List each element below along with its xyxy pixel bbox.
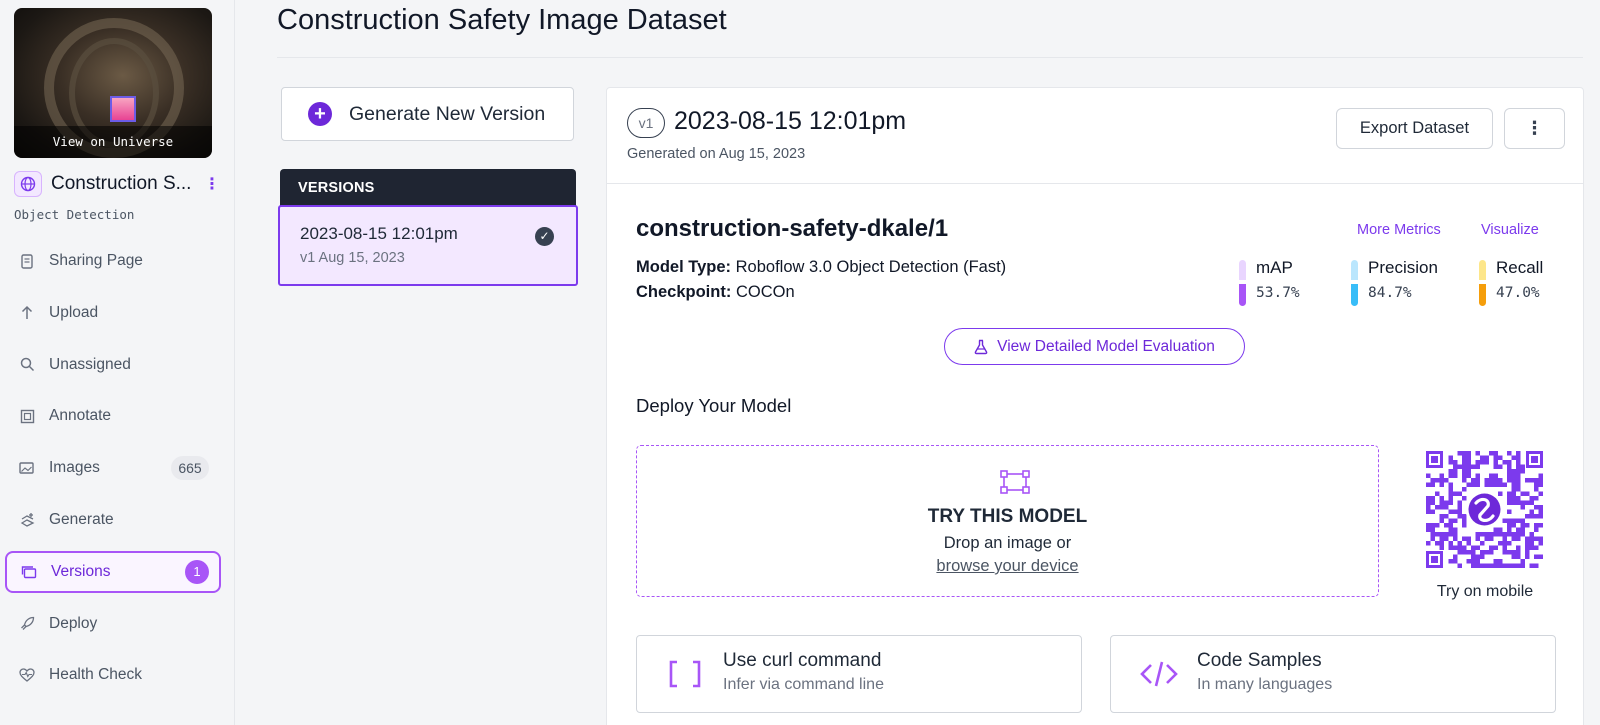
metric-map-indicator — [1239, 260, 1246, 306]
sidebar-item-versions[interactable]: Versions 1 — [5, 550, 221, 593]
arrow-up-icon — [19, 305, 35, 321]
metric-map-label: mAP — [1256, 258, 1293, 277]
model-name: construction-safety-dkale/1 — [636, 215, 949, 242]
checkpoint-label: Checkpoint: — [636, 283, 732, 301]
view-on-universe-link[interactable]: View on Universe — [14, 126, 212, 158]
view-model-evaluation-button[interactable]: View Detailed Model Evaluation — [944, 328, 1245, 365]
sidebar-item-health-check[interactable]: Health Check — [5, 654, 221, 696]
sidebar-item-label: Upload — [49, 303, 99, 321]
version-pill: v1 — [627, 108, 665, 138]
sidebar-item-label: Unassigned — [49, 355, 131, 373]
sidebar-item-images[interactable]: Images 665 — [5, 447, 221, 489]
more-metrics-link[interactable]: More Metrics — [1357, 222, 1441, 238]
metric-recall-indicator — [1479, 260, 1486, 306]
generate-new-version-button[interactable]: + Generate New Version — [281, 87, 574, 141]
sidebar: View on Universe Construction S... ⋮ Obj… — [0, 0, 235, 725]
try-model-dropzone[interactable]: TRY THIS MODEL Drop an image or browse y… — [636, 445, 1379, 597]
globe-icon — [14, 171, 42, 197]
version-detail-header: v1 2023-08-15 12:01pm Generated on Aug 1… — [607, 88, 1583, 184]
sidebar-item-sharing-page[interactable]: Sharing Page — [5, 240, 221, 282]
sidebar-item-label: Versions — [51, 562, 111, 580]
version-item-subtitle: v1 Aug 15, 2023 — [300, 250, 405, 266]
rocket-icon — [19, 616, 35, 632]
sidebar-item-label: Images — [49, 459, 100, 477]
project-menu-icon[interactable]: ⋮ — [204, 174, 220, 194]
images-icon — [19, 460, 35, 476]
sidebar-item-label: Health Check — [49, 666, 143, 684]
model-type-line: Model Type: Roboflow 3.0 Object Detectio… — [636, 258, 1006, 277]
metric-recall-value: 47.0% — [1496, 285, 1540, 301]
code-samples-card[interactable]: Code Samples In many languages — [1110, 635, 1556, 713]
search-icon — [19, 357, 35, 373]
page-title: Construction Safety Image Dataset — [277, 4, 727, 36]
model-type-value: Roboflow 3.0 Object Detection (Fast) — [735, 258, 1007, 276]
project-name[interactable]: Construction S... — [51, 173, 191, 195]
more-options-button[interactable]: ⋮ — [1504, 108, 1565, 149]
export-dataset-button[interactable]: Export Dataset — [1336, 108, 1493, 149]
version-generated-date: Generated on Aug 15, 2023 — [627, 146, 806, 162]
try-on-mobile-label: Try on mobile — [1436, 583, 1534, 600]
metric-recall-label: Recall — [1496, 258, 1544, 277]
versions-list-header: VERSIONS — [280, 169, 576, 207]
plus-circle-icon: + — [308, 102, 332, 126]
brackets-icon — [665, 656, 705, 692]
sidebar-item-label: Sharing Page — [49, 252, 143, 269]
sidebar-item-deploy[interactable]: Deploy — [5, 603, 221, 645]
metric-precision-indicator — [1351, 260, 1358, 306]
curl-command-title: Use curl command — [723, 650, 882, 671]
try-model-title: TRY THIS MODEL — [927, 506, 1088, 527]
try-model-instructions: Drop an image or — [943, 534, 1072, 552]
curl-command-subtitle: Infer via command line — [723, 676, 884, 693]
code-samples-title: Code Samples — [1197, 650, 1322, 671]
sidebar-item-annotate[interactable]: Annotate — [5, 395, 221, 437]
sidebar-item-label: Generate — [49, 510, 114, 528]
metric-precision-label: Precision — [1368, 258, 1438, 277]
thumbnail-annotation-box — [110, 96, 136, 122]
version-title: 2023-08-15 12:01pm — [674, 107, 907, 135]
project-header: Construction S... ⋮ — [14, 171, 220, 197]
metric-map-value: 53.7% — [1256, 285, 1300, 301]
checkpoint-line: Checkpoint: COCOn — [636, 283, 795, 302]
sidebar-item-label: Annotate — [49, 407, 112, 425]
flask-icon — [974, 339, 988, 355]
versions-icon — [21, 564, 37, 580]
sidebar-item-unassigned[interactable]: Unassigned — [5, 344, 221, 386]
code-icon — [1139, 656, 1179, 692]
document-icon — [19, 253, 35, 269]
deploy-section-title: Deploy Your Model — [636, 395, 792, 416]
model-type-label: Model Type: — [636, 258, 732, 276]
images-count-badge: 665 — [171, 456, 209, 481]
qr-code-icon[interactable] — [1426, 451, 1543, 568]
check-circle-icon: ✓ — [535, 227, 554, 246]
generate-new-version-label: Generate New Version — [349, 102, 546, 125]
version-list-item[interactable]: 2023-08-15 12:01pm v1 Aug 15, 2023 ✓ — [278, 205, 578, 286]
sidebar-item-generate[interactable]: Generate — [5, 499, 221, 541]
curl-command-card[interactable]: Use curl command Infer via command line — [636, 635, 1082, 713]
annotate-icon — [19, 408, 35, 424]
sidebar-item-upload[interactable]: Upload — [5, 292, 221, 334]
bounding-box-icon — [999, 469, 1033, 502]
code-samples-subtitle: In many languages — [1197, 676, 1333, 693]
heart-pulse-icon — [19, 667, 35, 683]
project-thumbnail[interactable]: View on Universe — [14, 8, 212, 158]
title-divider — [277, 57, 1583, 58]
view-model-evaluation-label: View Detailed Model Evaluation — [997, 337, 1215, 355]
project-type: Object Detection — [14, 207, 135, 222]
versions-count-badge: 1 — [185, 559, 209, 584]
generate-icon — [19, 512, 35, 528]
version-detail-panel: v1 2023-08-15 12:01pm Generated on Aug 1… — [606, 87, 1584, 725]
browse-device-link[interactable]: browse your device — [637, 557, 1378, 576]
checkpoint-value: COCOn — [735, 283, 795, 301]
sidebar-nav: Sharing Page Upload Unassigned Annotate … — [5, 240, 221, 706]
visualize-link[interactable]: Visualize — [1481, 222, 1539, 238]
metric-precision-value: 84.7% — [1368, 285, 1412, 301]
sidebar-item-label: Deploy — [49, 614, 98, 632]
